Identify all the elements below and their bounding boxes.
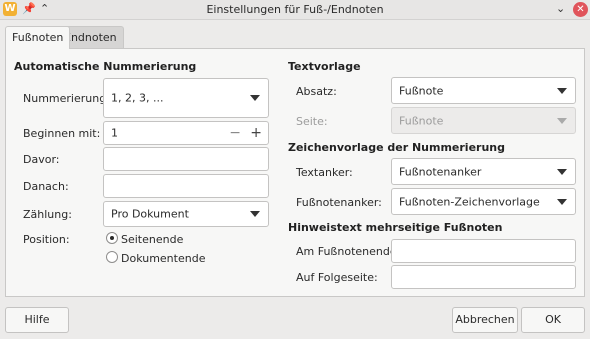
paragraph-label: Absatz: — [296, 85, 337, 98]
numbering-label: Nummerierung: — [23, 92, 110, 105]
dropdown-arrow-icon — [250, 211, 260, 217]
text-anchor-value: Fußnotenanker — [399, 165, 482, 178]
numbering-value: 1, 2, 3, ... — [111, 91, 164, 105]
dropdown-arrow-icon — [557, 87, 567, 94]
dropdown-arrow-icon — [557, 117, 567, 124]
window-title: Einstellungen für Fuß-/Endnoten — [206, 3, 384, 16]
after-field[interactable] — [103, 174, 269, 198]
help-button[interactable]: Hilfe — [5, 307, 69, 333]
after-label: Danach: — [23, 180, 69, 193]
continuation-title: Hinweistext mehrseitige Fußnoten — [288, 221, 503, 234]
before-field[interactable] — [103, 147, 269, 171]
page-label: Seite: — [296, 115, 328, 128]
continuation-next-label: Auf Folgeseite: — [296, 271, 378, 284]
auto-numbering-title: Automatische Nummerierung — [14, 60, 197, 73]
footnote-anchor-value: Fußnoten-Zeichenvorlage — [399, 195, 540, 208]
footnote-anchor-label: Fußnotenanker: — [296, 196, 382, 209]
close-button[interactable]: ✕ — [573, 2, 588, 17]
radio-page-end-label[interactable]: Seitenende — [121, 233, 183, 246]
cancel-button[interactable]: Abbrechen — [452, 307, 518, 333]
numbering-combo[interactable]: 1, 2, 3, ... — [103, 78, 269, 118]
increment-icon[interactable]: + — [250, 126, 262, 140]
text-anchor-label: Textanker: — [296, 166, 353, 179]
count-value: Pro Dokument — [111, 207, 189, 221]
footnote-anchor-combo[interactable]: Fußnoten-Zeichenvorlage — [391, 188, 576, 215]
paragraph-value: Fußnote — [399, 84, 444, 97]
start-label: Beginnen mit: — [23, 127, 101, 140]
dropdown-arrow-icon — [557, 198, 567, 205]
paragraph-combo[interactable]: Fußnote — [391, 77, 576, 104]
continuation-end-label: Am Fußnotenende: — [296, 245, 401, 258]
radio-page-end[interactable] — [106, 232, 118, 244]
count-combo[interactable]: Pro Dokument — [103, 201, 269, 227]
continuation-end-field[interactable] — [391, 239, 576, 263]
dropdown-arrow-icon — [250, 95, 260, 101]
page-combo: Fußnote — [391, 107, 576, 134]
radio-document-end-label[interactable]: Dokumentende — [121, 252, 205, 265]
char-template-title: Zeichenvorlage der Nummerierung — [288, 141, 505, 154]
text-template-title: Textvorlage — [288, 60, 361, 73]
start-value: 1 — [111, 126, 118, 140]
page-value: Fußnote — [399, 114, 444, 127]
minimize-chevron-icon[interactable]: ⌄ — [556, 2, 565, 15]
dropdown-arrow-icon — [557, 168, 567, 175]
ok-button[interactable]: OK — [521, 307, 585, 333]
continuation-next-field[interactable] — [391, 265, 576, 289]
before-label: Davor: — [23, 153, 60, 166]
radio-document-end[interactable] — [106, 251, 118, 263]
position-label: Position: — [23, 233, 70, 246]
decrement-icon[interactable]: − — [229, 126, 241, 140]
tab-footnotes[interactable]: Fußnoten — [5, 26, 71, 49]
count-label: Zählung: — [23, 208, 72, 221]
text-anchor-combo[interactable]: Fußnotenanker — [391, 158, 576, 185]
title-bar: W 📌 ⌃ Einstellungen für Fuß-/Endnoten ⌄ … — [0, 0, 590, 20]
start-spinbox[interactable]: 1 − + — [103, 121, 269, 145]
